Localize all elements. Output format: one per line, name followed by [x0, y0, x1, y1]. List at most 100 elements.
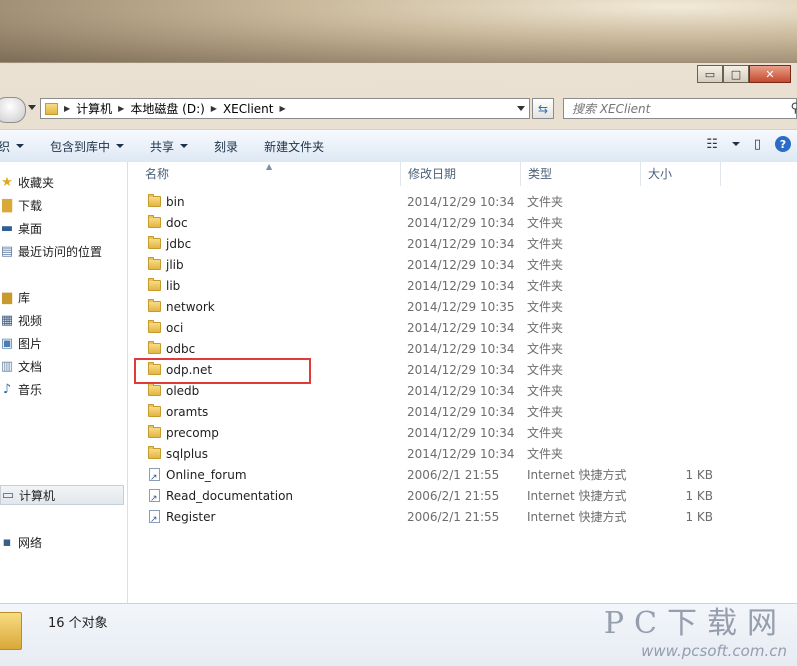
file-name[interactable]: jlib [166, 255, 184, 275]
search-box[interactable]: ⚲ [563, 98, 797, 119]
file-size [648, 234, 713, 254]
file-row[interactable]: network 2014/12/29 10:35 文件夹 [128, 297, 797, 317]
file-name[interactable]: sqlplus [166, 444, 208, 464]
address-bar[interactable]: ▶ 计算机 ▶ 本地磁盘 (D:) ▶ XEClient ▶ [40, 98, 530, 119]
video-icon: ▦ [0, 312, 14, 328]
organize-button[interactable]: 织 [0, 138, 25, 155]
file-row[interactable]: oci 2014/12/29 10:34 文件夹 [128, 318, 797, 338]
breadcrumb-arrow-icon[interactable]: ▶ [118, 104, 124, 113]
file-name[interactable]: jdbc [166, 234, 191, 254]
view-options-icon[interactable]: ☷ [706, 137, 718, 152]
folder-icon [148, 425, 161, 438]
file-row[interactable]: precomp 2014/12/29 10:34 文件夹 [128, 423, 797, 443]
file-size: 1 KB [685, 468, 713, 482]
nav-music[interactable]: ♪ 音乐 [0, 379, 42, 399]
file-name[interactable]: oci [166, 318, 183, 338]
file-row[interactable]: odbc 2014/12/29 10:34 文件夹 [128, 339, 797, 359]
column-modified[interactable]: 修改日期 [401, 162, 521, 186]
file-name[interactable]: doc [166, 213, 188, 233]
file-date: 2014/12/29 10:34 [407, 216, 515, 230]
nav-documents[interactable]: ▥ 文档 [0, 356, 42, 376]
file-row[interactable]: oramts 2014/12/29 10:34 文件夹 [128, 402, 797, 422]
maximize-button[interactable]: □ [723, 65, 749, 83]
nav-recent-places[interactable]: ▤ 最近访问的位置 [0, 241, 102, 261]
caption-controls: ▭ □ ✕ [697, 65, 791, 83]
minimize-button[interactable]: ▭ [697, 65, 723, 83]
column-size[interactable]: 大小 [641, 162, 721, 186]
file-row[interactable]: Register 2006/2/1 21:55 Internet 快捷方式 1 KB [128, 507, 797, 527]
file-size [648, 318, 713, 338]
file-size [648, 360, 713, 380]
command-bar: 织 包含到库中 共享 刻录 新建文件夹 ☷ ▯ ? [0, 129, 797, 163]
file-name[interactable]: precomp [166, 423, 219, 443]
breadcrumb-arrow-icon[interactable]: ▶ [211, 104, 217, 113]
nav-favorites[interactable]: ★ 收藏夹 [0, 172, 54, 192]
file-date: 2014/12/29 10:34 [407, 342, 515, 356]
folder-icon [148, 236, 161, 249]
folder-icon [148, 446, 161, 459]
nav-label: 桌面 [18, 221, 43, 236]
close-button[interactable]: ✕ [749, 65, 791, 83]
file-name[interactable]: network [166, 297, 215, 317]
star-icon: ★ [1, 174, 13, 190]
file-size [648, 339, 713, 359]
file-name[interactable]: odbc [166, 339, 195, 359]
file-name[interactable]: Online_forum [166, 465, 247, 485]
file-row[interactable]: doc 2014/12/29 10:34 文件夹 [128, 213, 797, 233]
file-size [648, 381, 713, 401]
nav-label: 音乐 [18, 382, 43, 397]
breadcrumb-drive-d[interactable]: 本地磁盘 (D:) [130, 100, 204, 117]
view-caret-icon[interactable] [731, 142, 740, 146]
nav-computer[interactable]: ▭ 计算机 [0, 485, 124, 505]
refresh-button[interactable]: ⇆ [532, 98, 554, 119]
computer-icon: ▭ [1, 487, 15, 503]
file-type: 文件夹 [527, 447, 564, 461]
file-row[interactable]: Read_documentation 2006/2/1 21:55 Internet… [128, 486, 797, 506]
breadcrumb-arrow-icon[interactable]: ▶ [64, 104, 70, 113]
file-row[interactable]: lib 2014/12/29 10:34 文件夹 [128, 276, 797, 296]
preview-pane-icon[interactable]: ▯ [754, 137, 761, 152]
caret-down-icon [116, 144, 125, 148]
shortcut-icon [149, 468, 160, 483]
help-icon[interactable]: ? [775, 136, 791, 152]
nav-pictures[interactable]: ▣ 图片 [0, 333, 42, 353]
file-name[interactable]: oramts [166, 402, 208, 422]
burn-button[interactable]: 刻录 [214, 138, 238, 155]
item-count: 16 个对象 [48, 616, 108, 631]
share-button[interactable]: 共享 [150, 138, 189, 155]
recent-pages-dropdown[interactable] [28, 105, 36, 110]
file-size [648, 402, 713, 422]
nav-label: 网络 [18, 535, 43, 550]
file-date: 2014/12/29 10:34 [407, 195, 515, 209]
include-in-library-button[interactable]: 包含到库中 [50, 138, 125, 155]
file-row[interactable]: sqlplus 2014/12/29 10:34 文件夹 [128, 444, 797, 464]
search-icon[interactable]: ⚲ [790, 101, 797, 116]
breadcrumb-arrow-icon[interactable]: ▶ [280, 104, 286, 113]
file-name[interactable]: Register [166, 507, 215, 527]
file-name[interactable]: lib [166, 276, 180, 296]
column-type[interactable]: 类型 [521, 162, 641, 186]
nav-videos[interactable]: ▦ 视频 [0, 310, 42, 330]
file-name[interactable]: Read_documentation [166, 486, 293, 506]
nav-libraries[interactable]: ▆ 库 [0, 287, 30, 307]
search-input[interactable] [564, 100, 774, 117]
file-row[interactable]: jdbc 2014/12/29 10:34 文件夹 [128, 234, 797, 254]
nav-desktop[interactable]: ▬ 桌面 [0, 218, 42, 238]
network-icon: ▪ [2, 534, 12, 550]
folder-icon [45, 102, 58, 115]
file-name[interactable]: bin [166, 192, 185, 212]
file-row[interactable]: jlib 2014/12/29 10:34 文件夹 [128, 255, 797, 275]
file-row[interactable]: bin 2014/12/29 10:34 文件夹 [128, 192, 797, 212]
back-button[interactable] [0, 97, 26, 123]
file-row[interactable]: Online_forum 2006/2/1 21:55 Internet 快捷方式 1… [128, 465, 797, 485]
breadcrumb-xeclient[interactable]: XEClient [223, 102, 274, 116]
music-icon: ♪ [2, 381, 12, 397]
view-controls: ☷ ▯ ? [706, 136, 791, 152]
address-dropdown-icon[interactable] [517, 106, 525, 111]
nav-network[interactable]: ▪ 网络 [0, 532, 42, 552]
new-folder-button[interactable]: 新建文件夹 [264, 138, 324, 155]
breadcrumb-computer[interactable]: 计算机 [76, 100, 112, 117]
file-name[interactable]: oledb [166, 381, 199, 401]
nav-downloads[interactable]: ▇ 下载 [0, 195, 42, 215]
file-row[interactable]: oledb 2014/12/29 10:34 文件夹 [128, 381, 797, 401]
